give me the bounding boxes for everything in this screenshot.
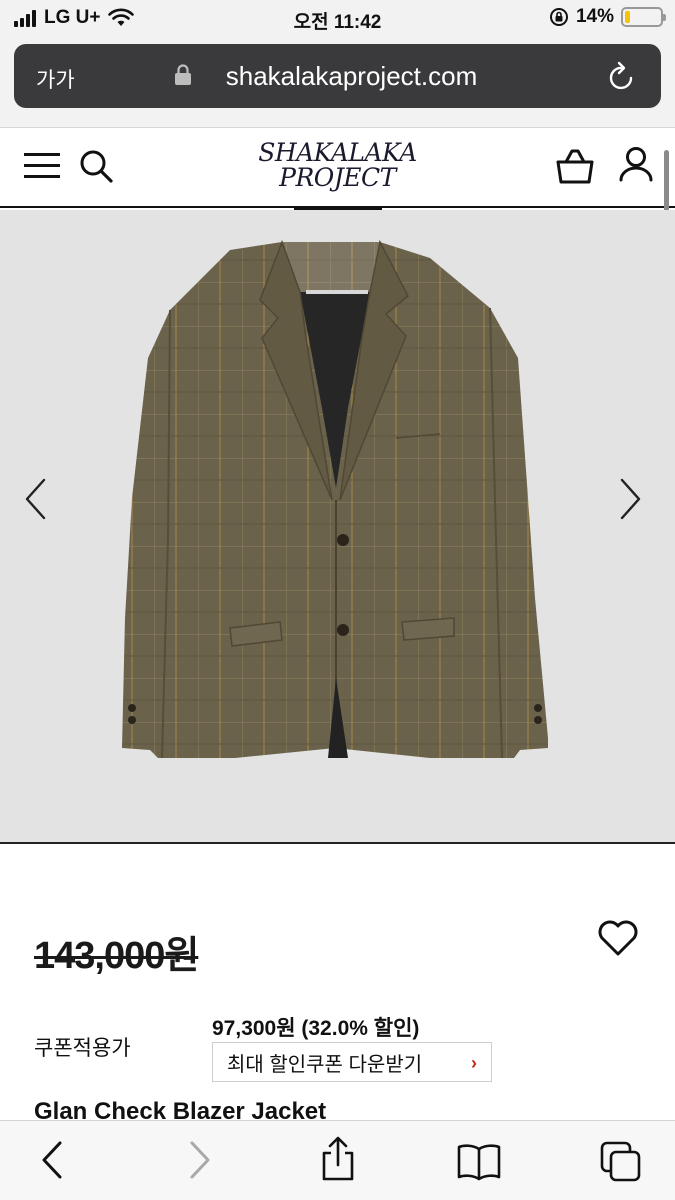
- address-bar[interactable]: 가가 shakalakaproject.com: [14, 44, 661, 108]
- forward-icon[interactable]: [184, 1139, 214, 1181]
- original-price: 143,000원: [34, 935, 199, 977]
- coupon-sale-price: 97,300원 (32.0% 할인): [212, 1017, 420, 1040]
- heart-icon[interactable]: [596, 918, 640, 958]
- battery-fill: [625, 11, 630, 23]
- coupon-price-label: 쿠폰적용가: [34, 1037, 131, 1060]
- coupon-download-button[interactable]: 최대 할인쿠폰 다운받기 ›: [212, 1042, 492, 1082]
- product-info: 143,000원 쿠폰적용가 97,300원 (32.0% 할인) 최대 할인쿠…: [0, 846, 675, 1120]
- share-icon[interactable]: [318, 1135, 358, 1183]
- product-image: [122, 239, 548, 759]
- chevron-right-small-icon: ›: [471, 1053, 477, 1073]
- browser-toolbar: [0, 1120, 675, 1200]
- bookmarks-icon[interactable]: [456, 1143, 502, 1181]
- url-text[interactable]: shakalakaproject.com: [14, 61, 661, 92]
- page-scrollbar[interactable]: [664, 150, 669, 214]
- product-image-gallery[interactable]: [0, 210, 675, 844]
- user-icon[interactable]: [618, 146, 654, 184]
- back-icon[interactable]: [38, 1139, 68, 1181]
- battery-icon: [621, 7, 666, 27]
- chevron-left-icon[interactable]: [24, 478, 48, 520]
- orientation-lock-icon: [549, 8, 568, 26]
- battery-percent: 14%: [575, 6, 614, 27]
- status-bar: LG U+ 오전 11:42 14%: [0, 0, 675, 38]
- site-header: SHAKALAKA PROJECT: [0, 128, 675, 208]
- coupon-download-label: 최대 할인쿠폰 다운받기: [227, 1053, 423, 1076]
- tabs-icon[interactable]: [600, 1141, 642, 1183]
- status-right: 14%: [549, 6, 666, 28]
- reload-icon[interactable]: [607, 60, 637, 92]
- shopping-bag-icon[interactable]: [554, 146, 596, 186]
- browser-address-area: 가가 shakalakaproject.com: [0, 38, 675, 128]
- product-name: Glan Check Blazer Jacket: [34, 1098, 327, 1120]
- chevron-right-icon[interactable]: [618, 478, 642, 520]
